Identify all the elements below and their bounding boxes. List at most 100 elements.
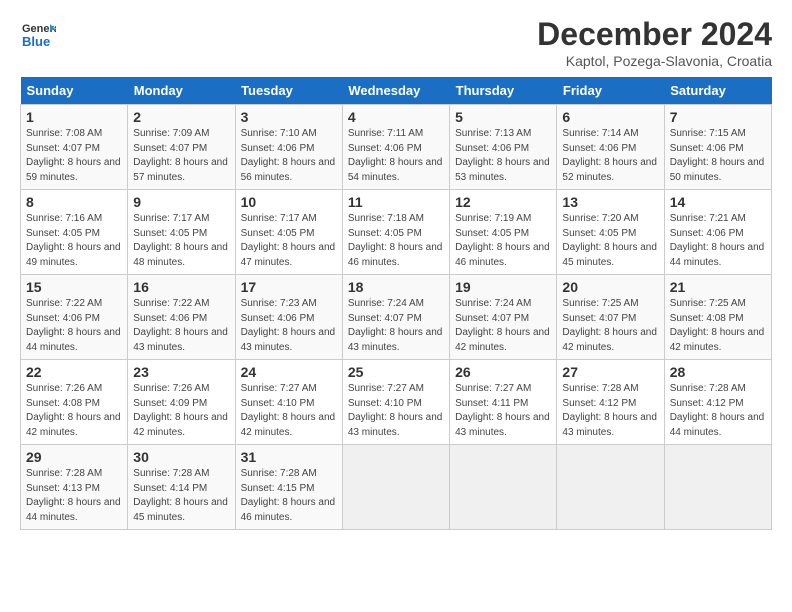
calendar-cell: 25Sunrise: 7:27 AMSunset: 4:10 PMDayligh… [342,360,449,445]
day-number: 22 [26,364,122,380]
calendar-cell [342,445,449,530]
day-info: Sunrise: 7:27 AMSunset: 4:11 PMDaylight:… [455,382,551,440]
calendar-cell: 10 Sunrise: 7:17 AMSunset: 4:05 PMDayligh… [235,190,342,275]
day-info: Sunrise: 7:11 AMSunset: 4:06 PMDaylight:… [348,127,444,185]
location-subtitle: Kaptol, Pozega-Slavonia, Croatia [537,53,772,69]
day-info: Sunrise: 7:19 AMSunset: 4:05 PMDaylight:… [455,212,551,270]
day-info: Sunrise: 7:16 AMSunset: 4:05 PMDaylight:… [26,212,122,270]
calendar-cell: 7 Sunrise: 7:15 AMSunset: 4:06 PMDaylight… [664,105,771,190]
day-number: 7 [670,109,766,125]
calendar-cell: 17Sunrise: 7:23 AMSunset: 4:06 PMDayligh… [235,275,342,360]
calendar-cell: 15 Sunrise: 7:22 AMSunset: 4:06 PMDayligh… [21,275,128,360]
weekday-header-wednesday: Wednesday [342,77,449,105]
day-info: Sunrise: 7:25 AMSunset: 4:07 PMDaylight:… [562,297,658,355]
weekday-header-tuesday: Tuesday [235,77,342,105]
day-info: Sunrise: 7:28 AMSunset: 4:15 PMDaylight:… [241,467,337,525]
weekday-header-row: SundayMondayTuesdayWednesdayThursdayFrid… [21,77,772,105]
calendar-cell: 1 Sunrise: 7:08 AMSunset: 4:07 PMDaylight… [21,105,128,190]
day-number: 20 [562,279,658,295]
day-number: 28 [670,364,766,380]
day-info: Sunrise: 7:24 AMSunset: 4:07 PMDaylight:… [455,297,551,355]
day-number: 17 [241,279,337,295]
day-number: 26 [455,364,551,380]
day-number: 10 [241,194,337,210]
calendar-week-row: 22Sunrise: 7:26 AMSunset: 4:08 PMDayligh… [21,360,772,445]
calendar-cell: 2 Sunrise: 7:09 AMSunset: 4:07 PMDaylight… [128,105,235,190]
calendar-cell: 5Sunrise: 7:13 AMSunset: 4:06 PMDaylight… [450,105,557,190]
calendar-cell [450,445,557,530]
calendar-cell: 16Sunrise: 7:22 AMSunset: 4:06 PMDayligh… [128,275,235,360]
weekday-header-thursday: Thursday [450,77,557,105]
calendar-cell: 20 Sunrise: 7:25 AMSunset: 4:07 PMDayligh… [557,275,664,360]
calendar-cell: 4Sunrise: 7:11 AMSunset: 4:06 PMDaylight… [342,105,449,190]
calendar-cell: 28 Sunrise: 7:28 AMSunset: 4:12 PMDayligh… [664,360,771,445]
calendar-week-row: 15 Sunrise: 7:22 AMSunset: 4:06 PMDayligh… [21,275,772,360]
day-info: Sunrise: 7:15 AMSunset: 4:06 PMDaylight:… [670,127,766,185]
day-info: Sunrise: 7:20 AMSunset: 4:05 PMDaylight:… [562,212,658,270]
calendar-cell: 12 Sunrise: 7:19 AMSunset: 4:05 PMDayligh… [450,190,557,275]
day-info: Sunrise: 7:28 AMSunset: 4:12 PMDaylight:… [670,382,766,440]
day-number: 14 [670,194,766,210]
logo: General Blue [20,16,56,52]
calendar-cell: 30 Sunrise: 7:28 AMSunset: 4:14 PMDayligh… [128,445,235,530]
day-number: 13 [562,194,658,210]
day-info: Sunrise: 7:18 AMSunset: 4:05 PMDaylight:… [348,212,444,270]
day-info: Sunrise: 7:28 AMSunset: 4:14 PMDaylight:… [133,467,229,525]
day-number: 29 [26,449,122,465]
day-number: 1 [26,109,122,125]
weekday-header-friday: Friday [557,77,664,105]
calendar-cell: 14 Sunrise: 7:21 AMSunset: 4:06 PMDayligh… [664,190,771,275]
day-number: 21 [670,279,766,295]
day-number: 24 [241,364,337,380]
day-info: Sunrise: 7:09 AMSunset: 4:07 PMDaylight:… [133,127,229,185]
day-number: 19 [455,279,551,295]
day-info: Sunrise: 7:21 AMSunset: 4:06 PMDaylight:… [670,212,766,270]
title-block: December 2024 Kaptol, Pozega-Slavonia, C… [537,16,772,69]
day-number: 8 [26,194,122,210]
calendar-cell: 24 Sunrise: 7:27 AMSunset: 4:10 PMDayligh… [235,360,342,445]
calendar-cell: 21 Sunrise: 7:25 AMSunset: 4:08 PMDayligh… [664,275,771,360]
weekday-header-monday: Monday [128,77,235,105]
calendar-cell [664,445,771,530]
day-number: 12 [455,194,551,210]
logo-icon: General Blue [20,16,56,52]
day-number: 23 [133,364,229,380]
day-info: Sunrise: 7:26 AMSunset: 4:09 PMDaylight:… [133,382,229,440]
calendar-cell: 22Sunrise: 7:26 AMSunset: 4:08 PMDayligh… [21,360,128,445]
day-number: 2 [133,109,229,125]
day-number: 11 [348,194,444,210]
calendar-cell: 8 Sunrise: 7:16 AMSunset: 4:05 PMDaylight… [21,190,128,275]
calendar-cell: 13 Sunrise: 7:20 AMSunset: 4:05 PMDayligh… [557,190,664,275]
calendar-cell: 26 Sunrise: 7:27 AMSunset: 4:11 PMDayligh… [450,360,557,445]
day-info: Sunrise: 7:17 AMSunset: 4:05 PMDaylight:… [241,212,337,270]
calendar-cell: 3Sunrise: 7:10 AMSunset: 4:06 PMDaylight… [235,105,342,190]
day-number: 15 [26,279,122,295]
day-info: Sunrise: 7:28 AMSunset: 4:12 PMDaylight:… [562,382,658,440]
day-number: 31 [241,449,337,465]
calendar-cell: 31 Sunrise: 7:28 AMSunset: 4:15 PMDayligh… [235,445,342,530]
day-number: 3 [241,109,337,125]
day-number: 18 [348,279,444,295]
day-info: Sunrise: 7:22 AMSunset: 4:06 PMDaylight:… [26,297,122,355]
day-info: Sunrise: 7:27 AMSunset: 4:10 PMDaylight:… [241,382,337,440]
calendar-cell: 19 Sunrise: 7:24 AMSunset: 4:07 PMDayligh… [450,275,557,360]
weekday-header-sunday: Sunday [21,77,128,105]
day-info: Sunrise: 7:14 AMSunset: 4:06 PMDaylight:… [562,127,658,185]
day-info: Sunrise: 7:25 AMSunset: 4:08 PMDaylight:… [670,297,766,355]
calendar-week-row: 29Sunrise: 7:28 AMSunset: 4:13 PMDayligh… [21,445,772,530]
calendar-cell: 11 Sunrise: 7:18 AMSunset: 4:05 PMDayligh… [342,190,449,275]
calendar-cell: 23 Sunrise: 7:26 AMSunset: 4:09 PMDayligh… [128,360,235,445]
day-number: 30 [133,449,229,465]
weekday-header-saturday: Saturday [664,77,771,105]
day-number: 9 [133,194,229,210]
calendar-cell: 27 Sunrise: 7:28 AMSunset: 4:12 PMDayligh… [557,360,664,445]
svg-text:Blue: Blue [22,34,50,49]
calendar-cell: 18Sunrise: 7:24 AMSunset: 4:07 PMDayligh… [342,275,449,360]
day-number: 5 [455,109,551,125]
day-info: Sunrise: 7:08 AMSunset: 4:07 PMDaylight:… [26,127,122,185]
day-number: 27 [562,364,658,380]
calendar-cell: 29Sunrise: 7:28 AMSunset: 4:13 PMDayligh… [21,445,128,530]
month-title: December 2024 [537,16,772,53]
calendar-cell [557,445,664,530]
day-info: Sunrise: 7:22 AMSunset: 4:06 PMDaylight:… [133,297,229,355]
